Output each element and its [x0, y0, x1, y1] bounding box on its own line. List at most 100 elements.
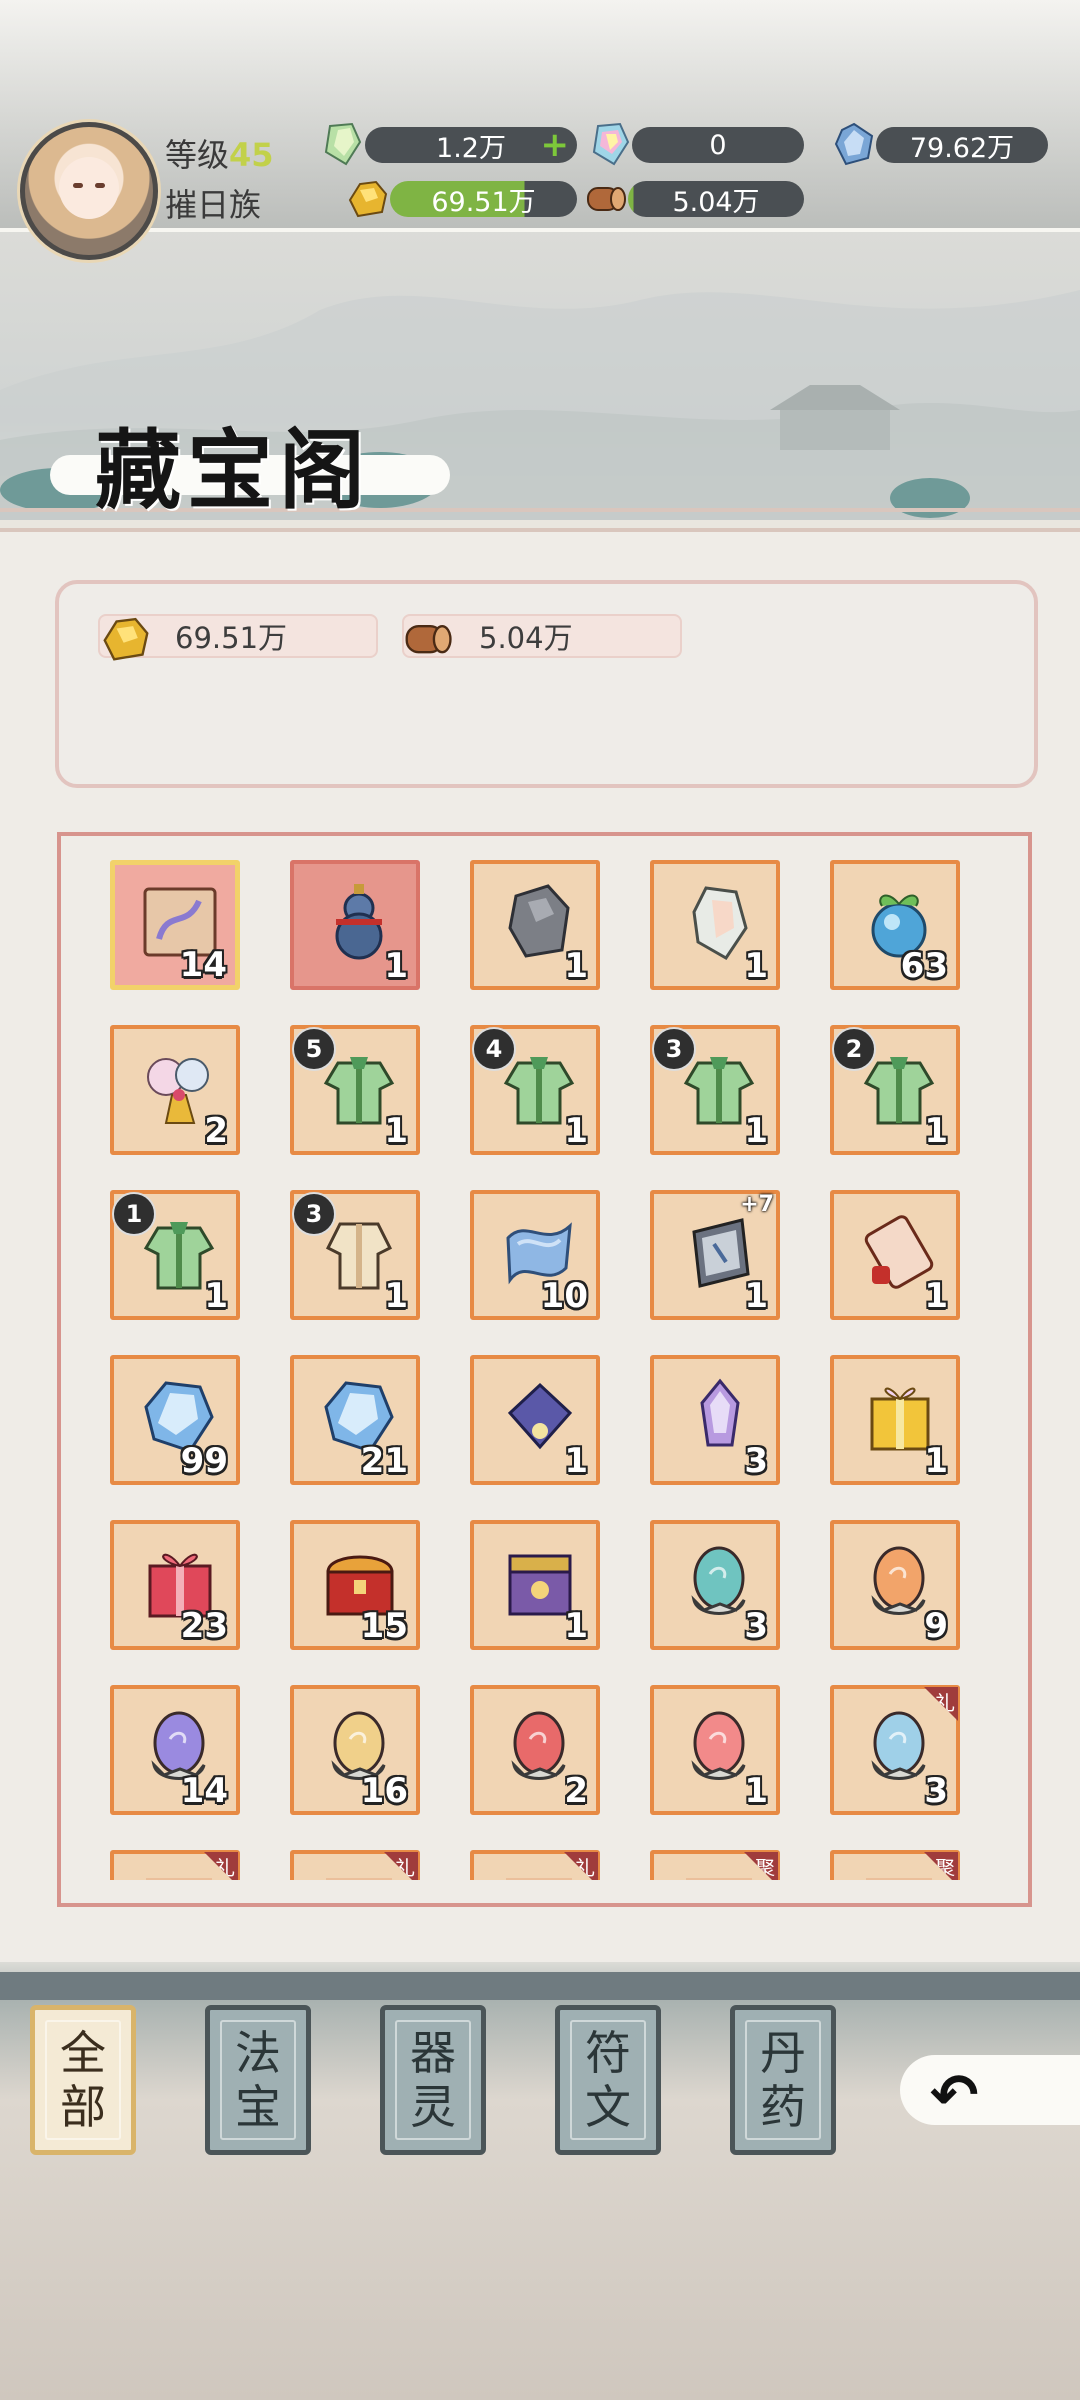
wood-bar: 5.04万 [628, 181, 804, 218]
resource-summary-box [55, 580, 1038, 788]
back-arrow-icon: ↶ [930, 2061, 979, 2129]
level-label: 等级 [165, 136, 230, 174]
summary-wood-value: 5.04万 [479, 621, 573, 655]
inventory-slot[interactable]: 3 [650, 1355, 780, 1485]
inventory-slot[interactable]: 礼 [110, 1850, 240, 1880]
inventory-slot[interactable]: 1 [470, 860, 600, 990]
inventory-slot[interactable]: 礼 [290, 1850, 420, 1880]
item-grid[interactable]: 14 1 1 1 63 2 5 1 4 1 3 1 2 1 1 1 3 1 10 +7 1 1 99 21 1 3 1 23 15 1 3 9… [90, 855, 1005, 1880]
inventory-slot[interactable]: 2 [470, 1685, 600, 1815]
inventory-slot[interactable]: 9 [830, 1520, 960, 1650]
spirit-crystal-icon [324, 122, 362, 166]
inventory-slot[interactable]: 1 [830, 1190, 960, 1320]
partial-item-icon [326, 1878, 392, 1880]
inventory-slot[interactable]: 31 [650, 1025, 780, 1155]
inventory-slot[interactable]: 1 [650, 1685, 780, 1815]
player-avatar[interactable] [20, 122, 158, 260]
rainbow-crystal-icon [592, 122, 630, 166]
blue-gem-value: 79.62万 [909, 132, 1015, 164]
blue-gem-icon [834, 122, 874, 166]
inventory-slot[interactable]: 1 [650, 860, 780, 990]
item-count: 14 [179, 945, 227, 985]
inventory-slot[interactable]: 1 [470, 1355, 600, 1485]
partial-item-icon [506, 1878, 572, 1880]
tab-border [570, 2020, 646, 2140]
inventory-slot[interactable]: 聚 [650, 1850, 780, 1880]
bottom-strip [0, 1972, 1080, 2000]
item-count: 16 [360, 1771, 408, 1811]
item-count: 3 [744, 1606, 768, 1646]
wood-value: 5.04万 [672, 186, 760, 218]
inventory-slot[interactable]: 聚 [830, 1850, 960, 1880]
rainbow-crystal-bar: 0 [632, 127, 804, 163]
clan-name: 摧日族 [165, 186, 262, 224]
inventory-slot[interactable]: 31 [290, 1190, 420, 1320]
inventory-slot[interactable]: 41 [470, 1025, 600, 1155]
tab-border [395, 2020, 471, 2140]
star-level-badge: 4 [472, 1027, 516, 1071]
inventory-slot[interactable]: 10 [470, 1190, 600, 1320]
summary-gold-value: 69.51万 [175, 621, 288, 655]
inventory-slot[interactable]: 14 [110, 1685, 240, 1815]
item-count: 99 [180, 1441, 228, 1481]
item-count: 1 [384, 1111, 408, 1151]
item-count: 1 [564, 1111, 588, 1151]
item-count: 9 [924, 1606, 948, 1646]
inventory-slot[interactable]: 14 [110, 860, 240, 990]
inventory-slot[interactable]: 15 [290, 1520, 420, 1650]
inventory-slot[interactable]: 3 [650, 1520, 780, 1650]
inventory-slot[interactable]: 1 [830, 1355, 960, 1485]
spirit-crystal-bar: 1.2万 + [365, 127, 577, 164]
inventory-slot[interactable]: 1 [470, 1520, 600, 1650]
item-count: 14 [180, 1771, 228, 1811]
enhance-level: +7 [740, 1192, 774, 1217]
inventory-slot[interactable]: 礼 [470, 1850, 600, 1880]
inventory-slot[interactable]: 16 [290, 1685, 420, 1815]
star-level-badge: 2 [832, 1027, 876, 1071]
item-count: 3 [744, 1441, 768, 1481]
inventory-slot[interactable]: 21 [290, 1355, 420, 1485]
tab-border [745, 2020, 821, 2140]
gold-ore-value: 69.51万 [431, 186, 536, 218]
inventory-slot[interactable]: 99 [110, 1355, 240, 1485]
blue-gem-bar: 79.62万 [876, 127, 1048, 164]
inventory-slot[interactable]: 21 [830, 1025, 960, 1155]
category-tab[interactable]: 全部 [30, 2005, 136, 2155]
inventory-slot[interactable]: 51 [290, 1025, 420, 1155]
item-count: 1 [564, 1441, 588, 1481]
item-count: 63 [900, 946, 948, 986]
inventory-slot[interactable]: 1 [290, 860, 420, 990]
star-level-badge: 1 [112, 1192, 156, 1236]
item-count: 15 [360, 1606, 408, 1646]
gold-ore-icon [348, 180, 388, 218]
inventory-slot[interactable]: 礼3 [830, 1685, 960, 1815]
item-count: 1 [924, 1276, 948, 1316]
back-button[interactable]: ↶ [900, 2055, 1080, 2129]
item-count: 3 [924, 1771, 948, 1811]
avatar-eye [95, 183, 105, 188]
inventory-slot[interactable]: 23 [110, 1520, 240, 1650]
add-crystal-button[interactable]: + [541, 128, 570, 162]
partial-item-icon [866, 1878, 932, 1880]
inventory-slot[interactable]: 11 [110, 1190, 240, 1320]
star-level-badge: 3 [652, 1027, 696, 1071]
item-count: 1 [744, 946, 768, 986]
category-tab[interactable]: 符文 [555, 2005, 661, 2155]
wood-icon [405, 625, 452, 654]
category-tab[interactable]: 丹药 [730, 2005, 836, 2155]
item-count: 1 [384, 946, 408, 986]
spirit-crystal-value: 1.2万 [436, 132, 506, 164]
inventory-slot[interactable]: 2 [110, 1025, 240, 1155]
category-tab[interactable]: 法宝 [205, 2005, 311, 2155]
tab-border [45, 2020, 121, 2140]
category-tab[interactable]: 器灵 [380, 2005, 486, 2155]
gold-ore-bar: 69.51万 [390, 181, 577, 218]
item-count: 1 [924, 1441, 948, 1481]
item-count: 1 [384, 1276, 408, 1316]
level-value: 45 [229, 136, 274, 174]
item-count: 1 [744, 1111, 768, 1151]
item-count: 1 [204, 1276, 228, 1316]
inventory-slot[interactable]: +7 1 [650, 1190, 780, 1320]
item-count: 23 [180, 1606, 228, 1646]
inventory-slot[interactable]: 63 [830, 860, 960, 990]
